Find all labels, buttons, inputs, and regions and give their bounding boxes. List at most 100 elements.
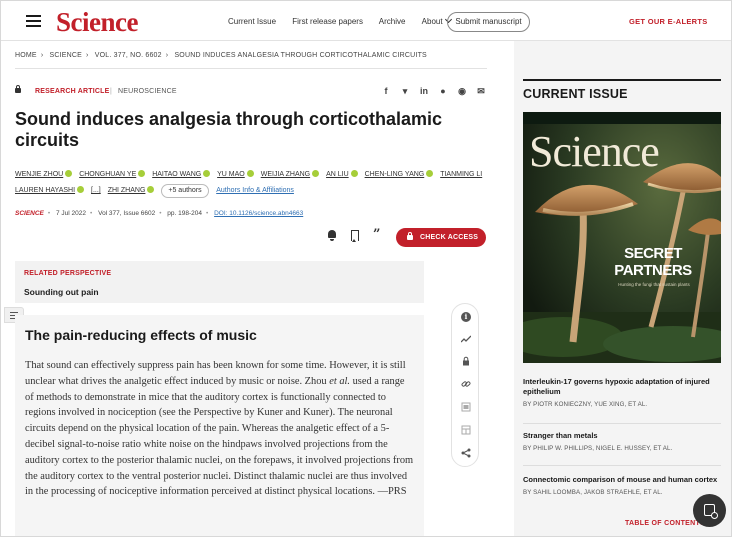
story-authors: BY PIOTR KONIECZNY, YUE XING, ET AL. bbox=[523, 401, 648, 408]
tables-icon[interactable] bbox=[461, 425, 471, 435]
breadcrumb-science[interactable]: SCIENCE bbox=[50, 52, 83, 59]
summary-heading: The pain-reducing effects of music bbox=[25, 327, 257, 343]
story-authors: BY SAHIL LOOMBA, JAKOB STRAEHLE, ET AL. bbox=[523, 489, 663, 496]
divider bbox=[523, 465, 721, 466]
author-link[interactable]: CHONGHUAN YE bbox=[79, 167, 146, 183]
author-name: LAUREN HAYASHI bbox=[15, 187, 76, 194]
author-link[interactable]: YU MAO bbox=[217, 167, 254, 183]
info-icon[interactable]: i bbox=[461, 312, 471, 322]
orcid-icon[interactable] bbox=[77, 186, 85, 193]
story-title[interactable]: Interleukin-17 governs hypoxic adaptatio… bbox=[523, 377, 721, 397]
linkedin-icon[interactable]: in bbox=[419, 86, 429, 97]
orcid-icon[interactable] bbox=[246, 170, 254, 177]
story-authors: BY PHILIP W. PHILLIPS, NIGEL E. HUSSEY, … bbox=[523, 445, 673, 452]
author-link[interactable]: TIANMING LI bbox=[440, 167, 482, 183]
chat-feedback-button[interactable] bbox=[693, 494, 726, 527]
e-alerts-link[interactable]: GET OUR E-ALERTS bbox=[629, 17, 708, 26]
pages: pp. 198-204 bbox=[167, 210, 202, 217]
link-icon[interactable] bbox=[461, 379, 471, 389]
author-ellipsis[interactable]: [...] bbox=[91, 183, 101, 199]
menu-icon[interactable] bbox=[26, 15, 41, 27]
author-name: CHEN-LING YANG bbox=[364, 171, 425, 178]
pub-date: 7 Jul 2022 bbox=[56, 210, 86, 217]
author-link[interactable]: ZHI ZHANG bbox=[108, 183, 155, 199]
nav-current-issue[interactable]: Current Issue bbox=[228, 17, 276, 26]
more-authors-button[interactable]: +5 authors bbox=[161, 184, 209, 198]
related-title[interactable]: Sounding out pain bbox=[24, 287, 99, 297]
nav-first-release[interactable]: First release papers bbox=[292, 17, 363, 26]
submit-manuscript-button[interactable]: Submit manuscript bbox=[447, 12, 530, 32]
twitter-icon[interactable]: ▾ bbox=[400, 86, 410, 97]
edit-icon bbox=[704, 504, 718, 519]
sidebar-story[interactable]: Interleukin-17 governs hypoxic adaptatio… bbox=[523, 377, 721, 408]
share-icon[interactable] bbox=[461, 448, 471, 458]
cite-icon[interactable]: ” bbox=[373, 228, 380, 241]
wechat-icon[interactable]: ◉ bbox=[457, 86, 467, 97]
related-perspective[interactable]: RELATED PERSPECTIVE Sounding out pain bbox=[15, 261, 424, 303]
science-logo[interactable]: Science bbox=[56, 7, 138, 38]
article-subject[interactable]: NEUROSCIENCE bbox=[110, 88, 177, 95]
cover-headline: SECRET PARTNERS bbox=[614, 245, 692, 279]
issue-cover-image[interactable]: Science SECRET PARTNERS Hunting the fung… bbox=[523, 112, 721, 363]
volume-issue[interactable]: Vol 377, Issue 6602 bbox=[98, 210, 155, 217]
author-name: WEIJIA ZHANG bbox=[260, 171, 311, 178]
divider bbox=[15, 68, 487, 69]
author-name: HAITAO WANG bbox=[152, 171, 202, 178]
breadcrumb-current: SOUND INDUCES ANALGESIA THROUGH CORTICOT… bbox=[174, 52, 427, 59]
author-name: AN LIU bbox=[326, 171, 349, 178]
story-title[interactable]: Stranger than metals bbox=[523, 431, 721, 441]
orcid-icon[interactable] bbox=[147, 186, 155, 193]
breadcrumb: HOME › SCIENCE › VOL. 377, NO. 6602 › SOUND… bbox=[15, 52, 427, 59]
check-access-button[interactable]: CHECK ACCESS bbox=[396, 228, 486, 247]
summary-text-etal: et al. bbox=[329, 375, 350, 387]
page-frame: Science Current Issue First release pape… bbox=[0, 0, 732, 537]
orcid-icon[interactable] bbox=[312, 170, 320, 177]
current-issue-heading: CURRENT ISSUE bbox=[523, 87, 628, 101]
lock-icon bbox=[407, 232, 413, 240]
article-type: RESEARCH ARTICLE bbox=[35, 88, 110, 95]
citation-line: SCIENCE • 7 Jul 2022 • Vol 377, Issue 6602… bbox=[15, 210, 304, 217]
sidebar-story[interactable]: Stranger than metals BY PHILIP W. PHILLI… bbox=[523, 431, 721, 452]
orcid-icon[interactable] bbox=[203, 170, 211, 177]
story-title[interactable]: Connectomic comparison of mouse and huma… bbox=[523, 475, 721, 485]
table-of-contents-link[interactable]: TABLE OF CONTENTS bbox=[625, 520, 705, 527]
bookmark-icon[interactable] bbox=[351, 230, 359, 242]
article-actions: ” bbox=[327, 228, 380, 242]
author-list: WENJIE ZHOU CHONGHUAN YE HAITAO WANG YU … bbox=[15, 167, 495, 199]
sidebar-story[interactable]: Connectomic comparison of mouse and huma… bbox=[523, 475, 721, 496]
summary-text-part: used a range of methods to demonstrate i… bbox=[25, 375, 414, 498]
check-access-label: CHECK ACCESS bbox=[420, 234, 479, 241]
author-name: CHONGHUAN YE bbox=[79, 171, 137, 178]
reddit-icon[interactable]: ● bbox=[438, 86, 448, 97]
breadcrumb-volume[interactable]: VOL. 377, NO. 6602 bbox=[95, 52, 162, 59]
permissions-lock-icon[interactable] bbox=[461, 356, 471, 366]
author-link[interactable]: WEIJIA ZHANG bbox=[260, 167, 320, 183]
nav-about-label: About bbox=[421, 17, 443, 26]
breadcrumb-home[interactable]: HOME bbox=[15, 52, 37, 59]
author-link[interactable]: CHEN-LING YANG bbox=[365, 167, 434, 183]
share-bar: f ▾ in ● ◉ ✉ bbox=[381, 86, 486, 97]
orcid-icon[interactable] bbox=[138, 170, 146, 177]
author-name: ZHI ZHANG bbox=[107, 187, 146, 194]
author-name: WENJIE ZHOU bbox=[15, 171, 64, 178]
media-icon[interactable] bbox=[461, 402, 471, 412]
orcid-icon[interactable] bbox=[426, 170, 434, 177]
orcid-icon[interactable] bbox=[350, 170, 358, 177]
sidebar-rule bbox=[523, 79, 721, 81]
author-link[interactable]: WENJIE ZHOU bbox=[15, 167, 73, 183]
metrics-icon[interactable] bbox=[460, 334, 472, 344]
doi-link[interactable]: DOI: 10.1126/science.abn4663 bbox=[214, 210, 303, 217]
author-link[interactable]: HAITAO WANG bbox=[152, 167, 211, 183]
facebook-icon[interactable]: f bbox=[381, 86, 391, 97]
bell-icon[interactable] bbox=[327, 230, 337, 241]
email-icon[interactable]: ✉ bbox=[476, 86, 486, 97]
summary-text: That sound can effectively suppress pain… bbox=[25, 358, 415, 500]
article-title: Sound induces analgesia through corticot… bbox=[15, 109, 443, 150]
main-nav: Current Issue First release papers Archi… bbox=[228, 15, 465, 26]
affiliations-link[interactable]: Authors Info & Affiliations bbox=[216, 187, 294, 194]
author-name: TIANMING LI bbox=[440, 171, 483, 178]
orcid-icon[interactable] bbox=[65, 170, 73, 177]
nav-archive[interactable]: Archive bbox=[379, 17, 406, 26]
author-link[interactable]: LAUREN HAYASHI bbox=[15, 183, 85, 199]
author-link[interactable]: AN LIU bbox=[326, 167, 358, 183]
